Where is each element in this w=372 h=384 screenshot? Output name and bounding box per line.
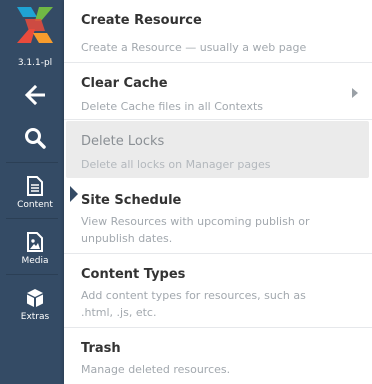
sidebar-divider <box>6 274 58 275</box>
search-icon[interactable] <box>23 126 47 150</box>
version-label: 3.1.1-pl <box>17 58 53 68</box>
menu-item-title: Clear Cache <box>81 76 168 91</box>
menu-item-title: Delete Locks <box>81 134 165 149</box>
menu-item-delete-locks: Delete Locks Delete all locks on Manager… <box>66 121 369 178</box>
image-file-icon <box>27 232 43 252</box>
menu-item-description: Manage deleted resources. <box>81 363 231 376</box>
cube-icon <box>27 289 43 307</box>
content-menu: Create Resource Create a Resource — usua… <box>64 0 372 384</box>
sidebar-item-extras[interactable]: Extras <box>0 282 70 338</box>
menu-item-title: Site Schedule <box>81 193 182 208</box>
file-icon <box>27 176 43 196</box>
menu-item-description: Create a Resource — usually a web page <box>81 41 307 54</box>
back-arrow-icon[interactable] <box>24 84 48 106</box>
menu-item-site-schedule[interactable]: Site Schedule View Resources with upcomi… <box>64 180 372 254</box>
sidebar-item-label: Extras <box>20 312 50 322</box>
menu-item-content-types[interactable]: Content Types Add content types for reso… <box>64 254 372 328</box>
chevron-right-icon <box>352 88 358 98</box>
menu-item-title: Content Types <box>81 267 186 282</box>
menu-item-title: Trash <box>81 341 121 356</box>
menu-item-title: Create Resource <box>81 13 202 28</box>
sidebar-divider <box>6 218 58 219</box>
modx-logo[interactable] <box>15 5 55 45</box>
sidebar-divider <box>6 162 58 163</box>
menu-item-clear-cache[interactable]: Clear Cache Delete Cache files in all Co… <box>64 63 372 120</box>
sidebar: 3.1.1-pl Content Media Extras <box>0 0 78 384</box>
menu-item-description: View Resources with upcoming publish or … <box>81 215 310 245</box>
menu-item-description: Add content types for resources, such as… <box>81 289 306 319</box>
menu-item-description: Delete all locks on Manager pages <box>81 158 271 171</box>
sidebar-item-label: Content <box>17 200 53 210</box>
sidebar-item-label: Media <box>21 256 49 266</box>
menu-item-description: Delete Cache files in all Contexts <box>81 100 264 113</box>
menu-item-create-resource[interactable]: Create Resource Create a Resource — usua… <box>64 0 372 63</box>
menu-item-trash[interactable]: Trash Manage deleted resources. <box>64 328 372 384</box>
